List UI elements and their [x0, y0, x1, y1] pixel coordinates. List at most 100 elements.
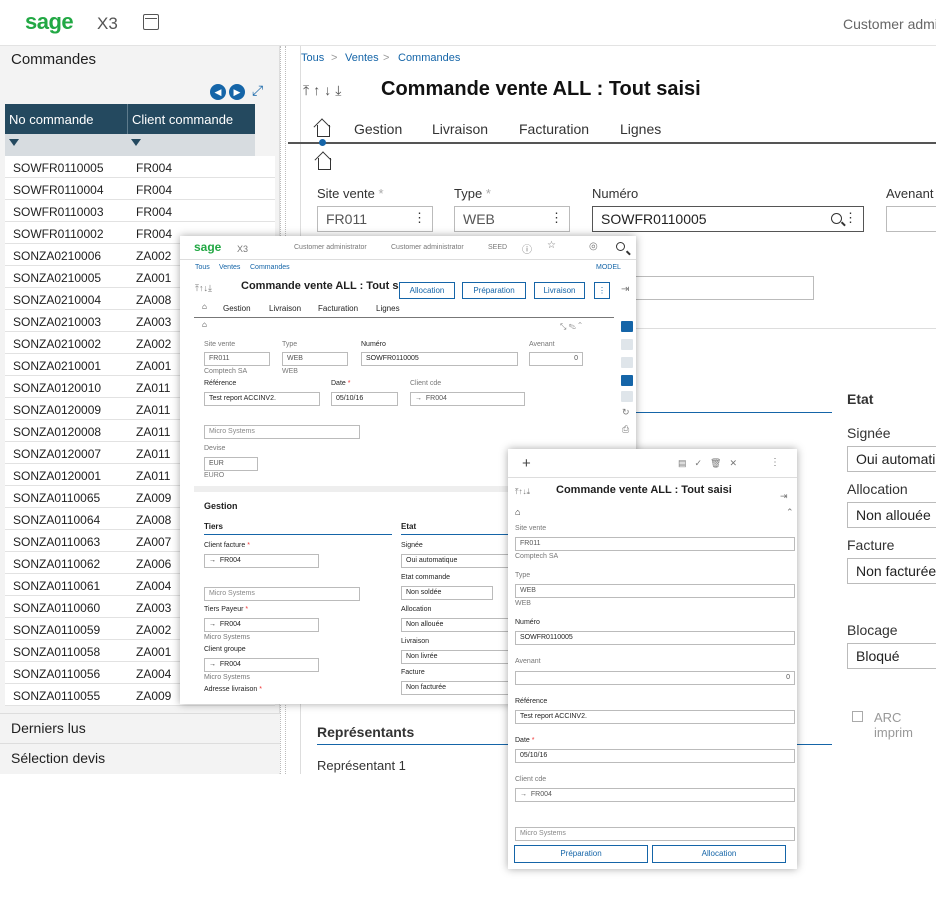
blocage-field[interactable]: Bloqué	[847, 643, 936, 669]
allocation-field[interactable]: Non allouée	[847, 502, 936, 528]
check-icon[interactable]	[621, 357, 633, 368]
client-cde-field[interactable]: → FR004	[515, 788, 795, 802]
tab-lignes[interactable]: Lignes	[620, 121, 661, 137]
folder-label[interactable]: SEED	[488, 244, 507, 251]
add-icon[interactable]: +	[522, 455, 531, 472]
more-icon[interactable]: ⋮	[594, 282, 610, 299]
print-icon[interactable]: ⎙	[622, 424, 629, 435]
site-vente-field[interactable]: FR011 ⋮	[317, 206, 433, 232]
filter-icon[interactable]	[9, 139, 19, 146]
delete-icon[interactable]	[621, 375, 633, 386]
user-label[interactable]: Customer administrator	[391, 244, 464, 251]
description-field[interactable]	[630, 276, 814, 300]
breadcrumb-commandes[interactable]: Commandes	[398, 52, 460, 64]
save-icon[interactable]	[621, 339, 633, 350]
tab-facturation[interactable]: Facturation	[519, 121, 589, 137]
home-icon[interactable]: ⌂	[515, 507, 520, 517]
star-icon[interactable]: ☆	[547, 240, 556, 251]
breadcrumb-ventes[interactable]: Ventes	[219, 264, 240, 271]
tiers-payeur-field[interactable]: → FR004	[204, 618, 319, 632]
filter-icon[interactable]	[131, 139, 141, 146]
numero-field[interactable]: SOWFR0110005	[361, 352, 518, 366]
collapse-icon[interactable]: ⌃	[786, 507, 794, 518]
avenant-field[interactable]	[886, 206, 936, 232]
tab-gestion[interactable]: Gestion	[223, 304, 251, 313]
devise-field[interactable]: EUR	[204, 457, 258, 471]
facture-field[interactable]: Non facturée	[847, 558, 936, 584]
table-row[interactable]: SOWFR0110005 FR004	[5, 156, 275, 178]
col-client-commande[interactable]: Client commande	[132, 112, 233, 127]
col-no-commande[interactable]: No commande	[9, 112, 94, 127]
allocation-button[interactable]: Allocation	[399, 282, 455, 299]
model-selector[interactable]: MODEL	[596, 264, 621, 271]
exit-icon[interactable]: ⇥	[780, 491, 788, 502]
exit-icon[interactable]: ⇥	[621, 284, 629, 295]
home-icon[interactable]	[317, 125, 330, 137]
home-icon[interactable]: ⌂	[202, 320, 207, 329]
reference-field[interactable]: Test report ACCINV2.	[204, 392, 320, 406]
toolbar-icons[interactable]: ▤✓🗑✕	[678, 458, 745, 469]
search-icon[interactable]	[616, 242, 625, 251]
numero-field[interactable]: SOWFR0110005 ⋮	[592, 206, 864, 232]
livraison-field[interactable]: Non livrée	[401, 650, 511, 664]
type-field[interactable]: WEB	[282, 352, 348, 366]
breadcrumb-ventes[interactable]: Ventes	[345, 52, 379, 64]
cancel-icon[interactable]	[621, 391, 633, 402]
table-row[interactable]: SOWFR0110004 FR004	[5, 178, 275, 200]
user-label[interactable]: Customer administrator	[294, 244, 367, 251]
breadcrumb-tous[interactable]: Tous	[301, 52, 324, 64]
allocation-field[interactable]: Non allouée	[401, 618, 511, 632]
breadcrumb-tous[interactable]: Tous	[195, 264, 210, 271]
tab-lignes[interactable]: Lignes	[376, 304, 400, 313]
client-facture-field[interactable]: → FR004	[204, 554, 319, 568]
help-icon[interactable]: ⓘ	[522, 241, 532, 256]
record-nav-icons[interactable]: ⤒↑↓⤓	[303, 82, 345, 99]
home-icon[interactable]	[318, 158, 331, 170]
client-cde-field[interactable]: → FR004	[410, 392, 525, 406]
expand-icon[interactable]: ⤢	[252, 82, 263, 99]
record-nav-icons[interactable]: ⤒↑↓⤓	[515, 487, 530, 497]
sage-logo[interactable]: sage	[194, 240, 221, 254]
date-field[interactable]: 05/10/16	[515, 749, 795, 763]
tool-icons[interactable]: ⤡ ✎ ⌃	[560, 322, 582, 332]
micro-systems-field[interactable]: Micro Systems	[204, 425, 360, 439]
preparation-button[interactable]: Préparation	[514, 845, 648, 863]
signee-field[interactable]: Oui automati	[847, 446, 936, 472]
numero-field[interactable]: SOWFR0110005	[515, 631, 795, 645]
tab-livraison[interactable]: Livraison	[432, 121, 488, 137]
micro-systems-field[interactable]: Micro Systems	[515, 827, 795, 841]
avenant-field[interactable]: 0	[515, 671, 795, 685]
selection-devis-link[interactable]: Sélection devis	[0, 743, 280, 773]
livraison-button[interactable]: Livraison	[534, 282, 585, 299]
preparation-button[interactable]: Préparation	[462, 282, 526, 299]
reference-field[interactable]: Test report ACCINV2.	[515, 710, 795, 724]
type-field[interactable]: WEB ⋮	[454, 206, 570, 232]
tab-facturation[interactable]: Facturation	[318, 304, 358, 313]
type-field[interactable]: WEB	[515, 584, 795, 598]
more-icon[interactable]: ⋮	[770, 457, 780, 468]
prev-icon[interactable]: ◀	[210, 84, 226, 100]
breadcrumb-commandes[interactable]: Commandes	[250, 264, 290, 271]
signee-field[interactable]: Oui automatique	[401, 554, 511, 568]
user-name[interactable]: Customer admir	[843, 16, 936, 32]
home-icon[interactable]: ⌂	[202, 302, 207, 311]
micro-systems-field[interactable]: Micro Systems	[204, 587, 360, 601]
avenant-field[interactable]: 0	[529, 352, 583, 366]
next-icon[interactable]: ▶	[229, 84, 245, 100]
etat-commande-field[interactable]: Non soldée	[401, 586, 493, 600]
tab-livraison[interactable]: Livraison	[269, 304, 301, 313]
derniers-lus-link[interactable]: Derniers lus	[0, 713, 280, 743]
arc-checkbox[interactable]	[852, 711, 863, 722]
record-nav-icons[interactable]: ⤒↑↓⤓	[195, 283, 212, 294]
add-icon[interactable]	[621, 321, 633, 332]
site-vente-field[interactable]: FR011	[515, 537, 795, 551]
compass-icon[interactable]: ◎	[589, 241, 598, 252]
refresh-icon[interactable]: ↻	[622, 407, 630, 418]
facture-field[interactable]: Non facturée	[401, 681, 511, 695]
date-field[interactable]: 05/10/16	[331, 392, 398, 406]
allocation-button[interactable]: Allocation	[652, 845, 786, 863]
client-groupe-field[interactable]: → FR004	[204, 658, 319, 672]
table-row[interactable]: SOWFR0110003 FR004	[5, 200, 275, 222]
tab-gestion[interactable]: Gestion	[354, 121, 402, 137]
calendar-icon[interactable]	[143, 14, 159, 30]
